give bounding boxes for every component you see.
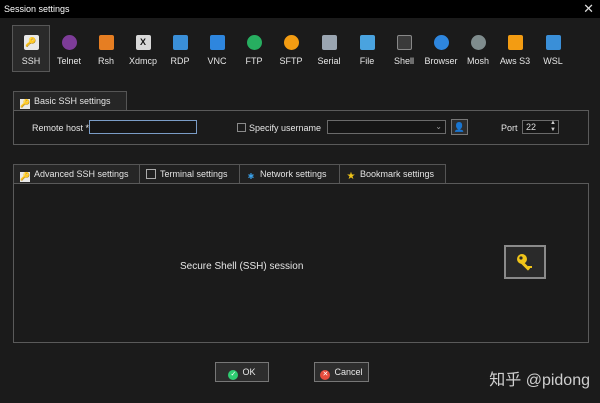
rdp-monitor-icon	[172, 35, 188, 50]
rsh-icon	[98, 35, 114, 50]
port-value[interactable]	[523, 121, 549, 133]
key-icon	[517, 254, 532, 271]
tab-terminal-settings[interactable]: Terminal settings	[139, 164, 240, 183]
session-type-label: FTP	[245, 56, 263, 66]
session-type-label: SSH	[21, 56, 41, 66]
browser-globe-icon	[433, 35, 449, 50]
remote-host-text[interactable]	[90, 121, 196, 133]
session-type-label: RDP	[170, 56, 190, 66]
tab-label: Basic SSH settings	[34, 96, 111, 106]
session-type-label: SFTP	[279, 56, 303, 66]
cancel-circle-icon: ✕	[320, 370, 331, 380]
network-icon: ✱	[247, 172, 255, 181]
terminal-icon	[146, 169, 156, 179]
remote-host-label: Remote host *	[32, 123, 90, 133]
ssh-key-large-icon	[504, 245, 546, 279]
session-type-label: Shell	[393, 56, 414, 66]
wsl-windows-icon	[545, 35, 561, 50]
specify-username-label: Specify username	[249, 123, 322, 133]
spin-up-icon[interactable]: ▲	[550, 120, 556, 126]
tab-label: Terminal settings	[160, 169, 228, 179]
session-type-label: Mosh	[466, 56, 489, 66]
tab-advanced-ssh-settings[interactable]: 🔑 Advanced SSH settings	[13, 164, 140, 183]
tab-label: Network settings	[260, 169, 327, 179]
tab-label: Advanced SSH settings	[34, 169, 129, 179]
session-type-aws-s3[interactable]: Aws S3	[497, 26, 533, 72]
user-group-icon: 👤	[453, 122, 466, 132]
tab-network-settings[interactable]: ✱ Network settings	[239, 164, 340, 183]
session-type-label: VNC	[207, 56, 227, 66]
port-spinbox[interactable]: ▲ ▼	[522, 120, 559, 134]
tools-icon: 🔑	[20, 172, 30, 182]
session-type-label: WSL	[543, 56, 563, 66]
session-type-wsl[interactable]: WSL	[535, 26, 571, 72]
spin-down-icon[interactable]: ▼	[550, 127, 556, 133]
session-type-ftp[interactable]: FTP	[236, 26, 272, 72]
session-type-browser[interactable]: Browser	[423, 26, 459, 72]
ok-label: OK	[242, 367, 256, 377]
session-type-label: Xdmcp	[128, 56, 157, 66]
check-circle-icon: ✓	[228, 370, 239, 380]
file-icon	[359, 35, 375, 50]
tab-label: Bookmark settings	[360, 169, 435, 179]
session-type-shell[interactable]: Shell	[386, 26, 422, 72]
close-icon[interactable]: ✕	[583, 1, 594, 17]
session-type-label: File	[359, 56, 375, 66]
session-type-label: Telnet	[56, 56, 82, 66]
sftp-icon	[283, 35, 299, 50]
port-label: Port	[501, 123, 518, 133]
ssh-key-icon: 🔑	[23, 35, 39, 50]
ftp-globe-icon	[246, 35, 262, 50]
session-type-label: Serial	[317, 56, 341, 66]
session-type-file[interactable]: File	[349, 26, 385, 72]
serial-satellite-icon	[321, 35, 337, 50]
window-title: Session settings	[4, 4, 70, 14]
basic-settings-panel: Remote host * Specify username ⌄ 👤 Port …	[13, 110, 589, 145]
xdmcp-icon: X	[135, 35, 151, 50]
vnc-icon	[209, 35, 225, 50]
tab-basic-ssh-settings[interactable]: 🔑 Basic SSH settings	[13, 91, 127, 110]
session-description: Secure Shell (SSH) session	[180, 261, 304, 272]
remote-host-input[interactable]	[89, 120, 197, 134]
star-icon: ★	[346, 171, 356, 182]
username-select[interactable]: ⌄	[327, 120, 446, 134]
session-type-label: Aws S3	[499, 56, 531, 66]
session-type-serial[interactable]: Serial	[311, 26, 347, 72]
session-type-label: Browser	[424, 56, 458, 66]
session-type-rsh[interactable]: Rsh	[88, 26, 124, 72]
tab-bookmark-settings[interactable]: ★ Bookmark settings	[339, 164, 446, 183]
shell-terminal-icon	[396, 35, 412, 50]
watermark: 知乎 @pidong	[489, 372, 590, 389]
telnet-icon	[61, 35, 77, 50]
specify-username-checkbox[interactable]	[237, 123, 246, 132]
session-type-rdp[interactable]: RDP	[162, 26, 198, 72]
session-type-vnc[interactable]: VNC	[199, 26, 235, 72]
session-type-xdmcp[interactable]: X Xdmcp	[125, 26, 161, 72]
session-type-toolbar: 🔑 SSH Telnet Rsh X Xdmcp RDP VNC FTP SFT…	[0, 18, 600, 76]
user-manager-button[interactable]: 👤	[451, 119, 468, 135]
session-description-panel: Secure Shell (SSH) session	[13, 183, 589, 343]
aws-s3-icon	[507, 35, 523, 50]
chevron-down-icon: ⌄	[435, 122, 442, 131]
ssh-key-icon: 🔑	[20, 99, 30, 109]
cancel-label: Cancel	[334, 367, 363, 377]
session-type-sftp[interactable]: SFTP	[273, 26, 309, 72]
title-bar: Session settings ✕	[0, 0, 600, 18]
session-type-label: Rsh	[97, 56, 114, 66]
cancel-button[interactable]: ✕ Cancel	[314, 362, 369, 382]
session-type-mosh[interactable]: Mosh	[460, 26, 496, 72]
mosh-antenna-icon	[470, 35, 486, 50]
session-type-telnet[interactable]: Telnet	[51, 26, 87, 72]
username-text[interactable]	[328, 121, 434, 133]
session-type-ssh[interactable]: 🔑 SSH	[12, 25, 50, 72]
ok-button[interactable]: ✓ OK	[215, 362, 269, 382]
